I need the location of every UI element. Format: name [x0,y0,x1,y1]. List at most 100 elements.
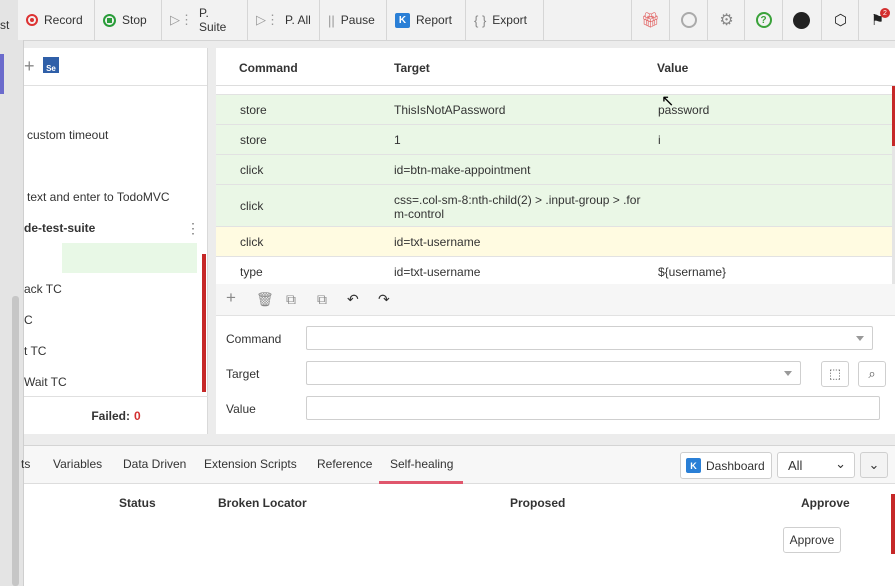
command-column-header: Command [239,61,298,75]
find-target-button[interactable]: ⌕ [858,361,886,387]
play-all-label: P. All [285,13,311,27]
filter-select[interactable]: All ⌄ [777,452,855,478]
value-column-header: Value [657,61,689,75]
command-label: Command [226,332,282,346]
speed-button[interactable] [669,0,707,40]
table-row[interactable]: type id=txt-username ${username} [216,257,892,284]
test-case-item[interactable]: text and enter to TodoMVC [27,190,170,204]
failed-label: Failed: [91,408,130,423]
extension-button[interactable]: ⬡ [821,0,859,40]
failed-summary: Failed: 0 [24,396,208,434]
gift-icon: 🎁︎ [640,12,661,29]
active-tab-indicator [379,481,463,484]
record-label: Record [44,13,83,27]
pause-label: Pause [340,13,375,27]
tab-variables[interactable]: Variables [53,457,102,471]
test-case-item[interactable]: Wait TC [24,375,67,389]
test-case-panel: + Se custom timeout text and enter to To… [24,48,208,434]
dashboard-button[interactable]: K Dashboard [680,452,772,479]
value-field[interactable] [306,396,880,420]
table-row[interactable]: store 1 i [216,125,892,155]
speedometer-icon [680,12,697,28]
more-options-icon[interactable]: ⋮ [186,220,200,237]
dashboard-icon: K [686,458,701,473]
value-label: Value [226,402,256,416]
stop-button[interactable]: Stop [95,0,162,40]
play-suite-button[interactable]: ▷⋮ P. Suite [162,0,248,40]
pause-button[interactable]: || Pause [320,0,387,40]
tab-data-driven[interactable]: Data Driven [123,457,186,471]
tab-logs[interactable]: ts [21,457,30,471]
search-icon: ⌕ [868,366,876,381]
dashboard-label: Dashboard [706,458,765,473]
target-cell: id=txt-username [394,265,481,279]
export-label: Export [492,13,527,27]
approve-button[interactable]: Approve [783,527,841,553]
record-button[interactable]: Record [18,0,95,40]
collapse-panel-button[interactable]: ⌄ [860,452,888,478]
target-field[interactable] [306,361,801,385]
redo-icon[interactable]: ↷ [378,291,390,308]
undo-icon[interactable]: ↶ [347,291,359,308]
selected-test-case[interactable] [62,243,197,273]
delete-icon[interactable]: 🗑︎ [256,291,274,308]
test-case-item[interactable]: C [24,313,33,327]
chevron-down-icon [856,336,864,341]
tab-self-healing[interactable]: Self-healing [390,457,453,471]
mouse-cursor-icon: ↖ [661,93,675,110]
table-row[interactable]: click css=.col-sm-8:nth-child(2) > .inpu… [216,185,892,227]
cube-icon: ⬡ [833,12,848,29]
report-label: Report [416,13,453,27]
test-case-item[interactable]: t TC [24,344,46,358]
command-cell: click [240,235,264,249]
play-suite-label: P. Suite [199,6,227,34]
command-cell: store [240,133,267,147]
report-button[interactable]: K Report [387,0,466,40]
status-column-header: Status [119,496,156,510]
main-toolbar: Record Stop ▷⋮ P. Suite ▷⋮ P. All || Pau… [18,0,895,41]
add-command-icon[interactable]: + [226,288,236,308]
tab-extension-scripts[interactable]: Extension Scripts [204,457,297,471]
gear-icon: ⚙ [719,12,734,29]
table-row-current[interactable]: click id=txt-username [216,227,892,257]
notification-button[interactable]: ⚑ 2 [858,0,895,40]
side-panel-label: st [0,18,10,32]
target-cell-wrap: m-control [394,207,445,221]
filter-value: All [788,458,803,473]
bottom-panel: ts Variables Data Driven Extension Scrip… [21,445,895,586]
stop-icon [103,13,116,27]
gift-button[interactable]: 🎁︎ [631,0,669,40]
paste-icon[interactable]: ⧉ [317,291,327,308]
copy-icon[interactable]: ⧉ [286,291,296,308]
proposed-column-header: Proposed [510,496,566,510]
selenium-icon[interactable]: Se [43,57,59,73]
github-button[interactable] [782,0,820,40]
table-row[interactable]: click id=btn-make-appointment [216,155,892,185]
play-all-button[interactable]: ▷⋮ P. All [248,0,320,40]
command-cell: click [240,199,264,213]
play-suite-icon: ▷⋮ [170,12,193,27]
table-header: Command Target Value [216,48,895,86]
side-panel-edge: st [0,0,24,586]
pause-icon: || [328,12,335,28]
target-label: Target [226,367,260,381]
chevron-down-icon: ⌄ [835,456,846,471]
command-field[interactable] [306,326,873,350]
table-row[interactable]: store ThisIsNotAPassword password [216,95,892,125]
value-cell: i [658,133,661,147]
select-target-button[interactable]: ⬚ [821,361,849,387]
side-panel-scrollbar[interactable] [12,296,19,586]
report-icon: K [395,12,410,28]
add-icon[interactable]: + [24,56,35,77]
tab-reference[interactable]: Reference [317,457,372,471]
test-case-item[interactable]: custom timeout [27,128,108,142]
side-panel-selection [0,54,4,94]
play-all-icon: ▷⋮ [256,12,279,27]
test-suite-item[interactable]: de-test-suite [24,221,95,235]
settings-button[interactable]: ⚙ [707,0,745,40]
record-icon [26,14,38,26]
help-button[interactable]: ? [744,0,782,40]
approve-column-header: Approve [801,496,850,510]
export-button[interactable]: { } Export [466,0,544,40]
test-case-item[interactable]: ack TC [24,282,62,296]
